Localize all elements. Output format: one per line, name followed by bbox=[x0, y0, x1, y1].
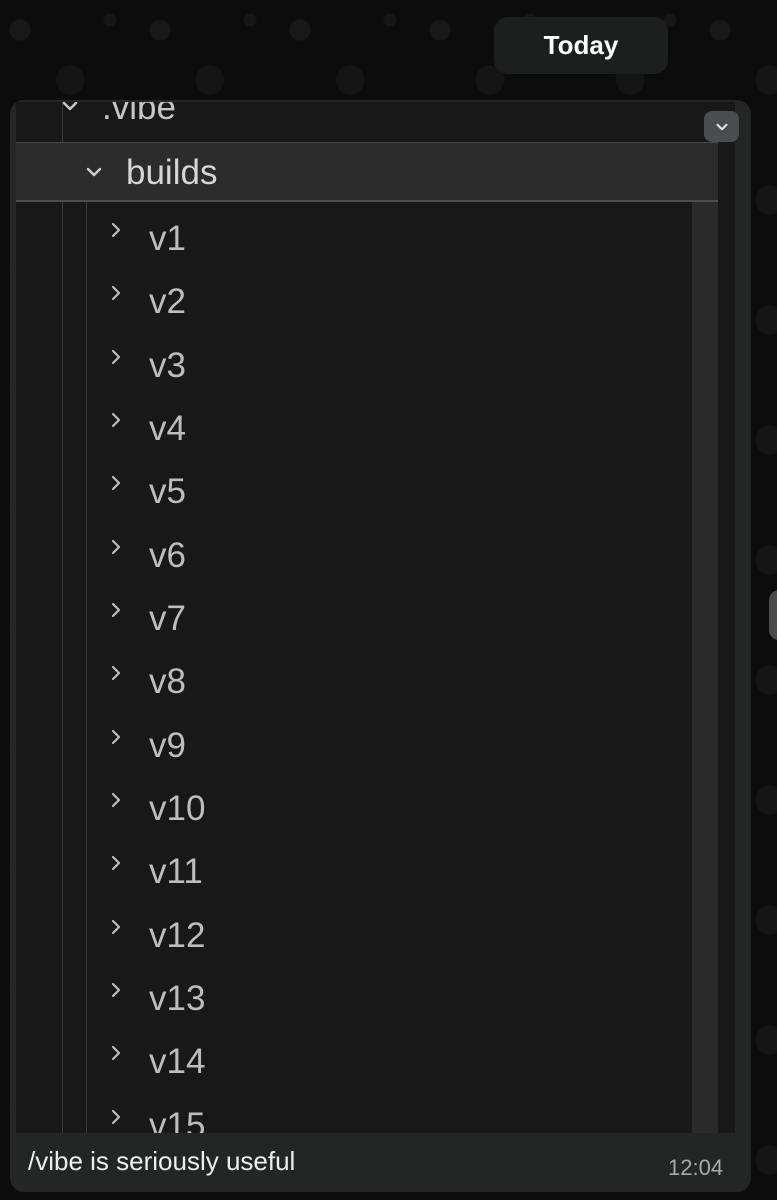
tree-item-label: v11 bbox=[149, 852, 203, 892]
tree-item-label: v10 bbox=[149, 789, 206, 829]
tree-item-label: v13 bbox=[149, 979, 206, 1019]
tree-item: v4 bbox=[16, 392, 692, 455]
tree-item-label: v5 bbox=[149, 472, 186, 512]
chevron-right-icon bbox=[111, 539, 121, 554]
chevron-right-icon bbox=[111, 729, 121, 744]
tree-row-builds: builds bbox=[16, 142, 718, 202]
tree-item-label: v12 bbox=[149, 915, 206, 955]
tree-label-builds: builds bbox=[126, 153, 218, 192]
tree-item-label: v1 bbox=[149, 219, 186, 258]
chevron-right-icon bbox=[111, 412, 121, 428]
scroll-handle[interactable] bbox=[769, 590, 777, 640]
tree-item-label: v7 bbox=[149, 599, 186, 639]
tree-item: v5 bbox=[16, 455, 692, 518]
tree-item: v8 bbox=[16, 645, 692, 708]
tree-item: v11 bbox=[16, 835, 692, 898]
tree-item: v15 bbox=[16, 1089, 692, 1133]
scrollbar bbox=[692, 202, 718, 1133]
tree-item-label: v3 bbox=[149, 345, 186, 385]
chevron-right-icon bbox=[111, 856, 121, 871]
chevron-right-icon bbox=[111, 349, 121, 364]
tree-item-label: v15 bbox=[149, 1105, 206, 1133]
tree-item: v13 bbox=[16, 962, 692, 1025]
chevron-right-icon bbox=[111, 919, 121, 934]
chevron-right-icon bbox=[111, 222, 121, 238]
message-text: /vibe is seriously useful bbox=[28, 1146, 296, 1176]
tree-item-label: v8 bbox=[149, 662, 186, 702]
chevron-right-icon bbox=[111, 602, 121, 618]
chevron-right-icon bbox=[111, 666, 121, 681]
message-timestamp: 12:04 bbox=[668, 1155, 724, 1180]
message-menu-button[interactable] bbox=[704, 111, 739, 142]
tree-list: v1 v2 v3 v4 v5 v6 v7 v8 v9 v10 v11 v12 v… bbox=[16, 202, 692, 1133]
tree-item: v14 bbox=[16, 1025, 692, 1088]
date-separator: Today bbox=[494, 17, 668, 74]
tree-item-label: v2 bbox=[149, 282, 186, 322]
chevron-right-icon bbox=[111, 792, 121, 808]
tree-item: v9 bbox=[16, 709, 692, 772]
tree-item: v6 bbox=[16, 519, 692, 582]
tree-item: v12 bbox=[16, 899, 692, 962]
tree-item-label: v6 bbox=[149, 535, 186, 575]
chevron-right-icon bbox=[111, 983, 121, 998]
tree-item-label: v14 bbox=[149, 1042, 206, 1082]
tree-item-label: v9 bbox=[149, 725, 186, 765]
attached-screenshot[interactable]: .vibe builds v1 v2 v3 v4 v5 v6 v7 v8 v9 … bbox=[16, 102, 735, 1133]
chevron-right-icon bbox=[111, 476, 121, 491]
chevron-right-icon bbox=[111, 1109, 121, 1124]
chevron-down-icon bbox=[86, 167, 102, 177]
tree-item-label: v4 bbox=[149, 409, 186, 449]
chevron-right-icon bbox=[111, 286, 121, 301]
tree-item: v1 bbox=[16, 202, 692, 265]
chevron-down-icon bbox=[62, 102, 78, 111]
tree-label-parent: .vibe bbox=[102, 102, 176, 127]
tree-item: v3 bbox=[16, 329, 692, 392]
tree-item: v2 bbox=[16, 265, 692, 328]
tree-item: v10 bbox=[16, 772, 692, 835]
chevron-right-icon bbox=[111, 1046, 121, 1061]
tree-item: v7 bbox=[16, 582, 692, 645]
tree-row-parent: .vibe bbox=[16, 102, 735, 126]
chevron-down-icon bbox=[716, 123, 727, 130]
